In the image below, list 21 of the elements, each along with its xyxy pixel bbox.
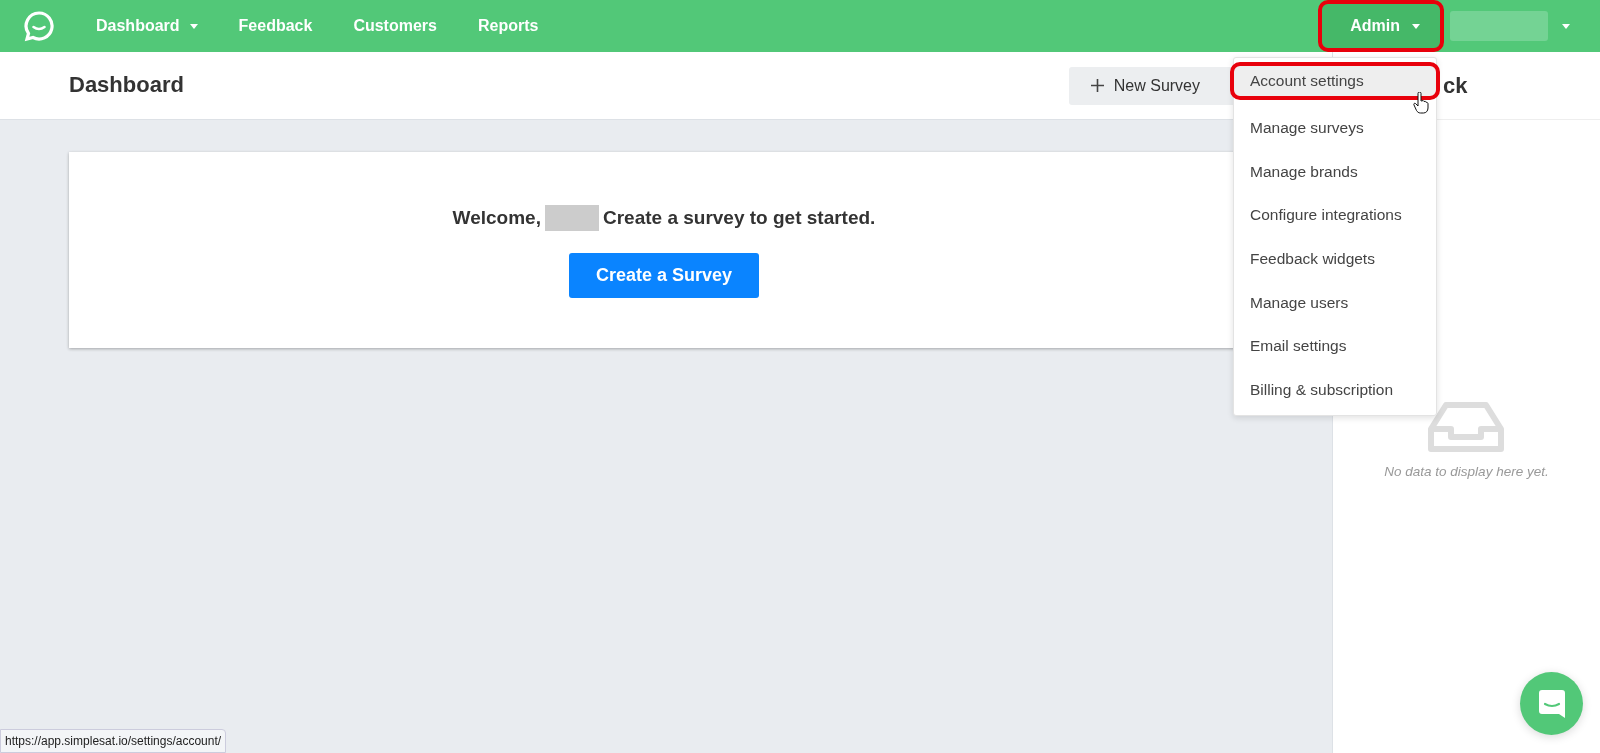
- welcome-text: Create a survey to get started.: [602, 206, 876, 230]
- page-title: Dashboard: [69, 72, 184, 99]
- menu-item[interactable]: Billing & subscription: [1234, 367, 1436, 412]
- caret-icon: [1562, 23, 1570, 29]
- menu-item[interactable]: Feedback widgets: [1234, 236, 1436, 281]
- menu-item[interactable]: Email settings: [1234, 323, 1436, 368]
- welcome-text: Welcome,: [452, 206, 541, 230]
- empty-message: No data to display here yet.: [1384, 463, 1549, 481]
- chat-icon: [1537, 688, 1566, 719]
- logo-icon[interactable]: [23, 10, 55, 42]
- menu-item[interactable]: Manage users: [1234, 280, 1436, 324]
- panel-title: ck: [1443, 72, 1468, 100]
- user-menu[interactable]: [1450, 11, 1570, 41]
- status-url: https://app.simplesat.io/settings/account/: [0, 729, 227, 753]
- menu-item[interactable]: Configure integrations: [1234, 193, 1436, 237]
- caret-icon: [1412, 23, 1420, 29]
- plus-icon: [1090, 79, 1104, 92]
- menu-item[interactable]: Manage surveys: [1234, 106, 1436, 150]
- menu-item[interactable]: Manage brands: [1234, 149, 1436, 194]
- hand-cursor-icon: [1413, 92, 1429, 114]
- create-survey-button[interactable]: Create a Survey: [569, 252, 759, 298]
